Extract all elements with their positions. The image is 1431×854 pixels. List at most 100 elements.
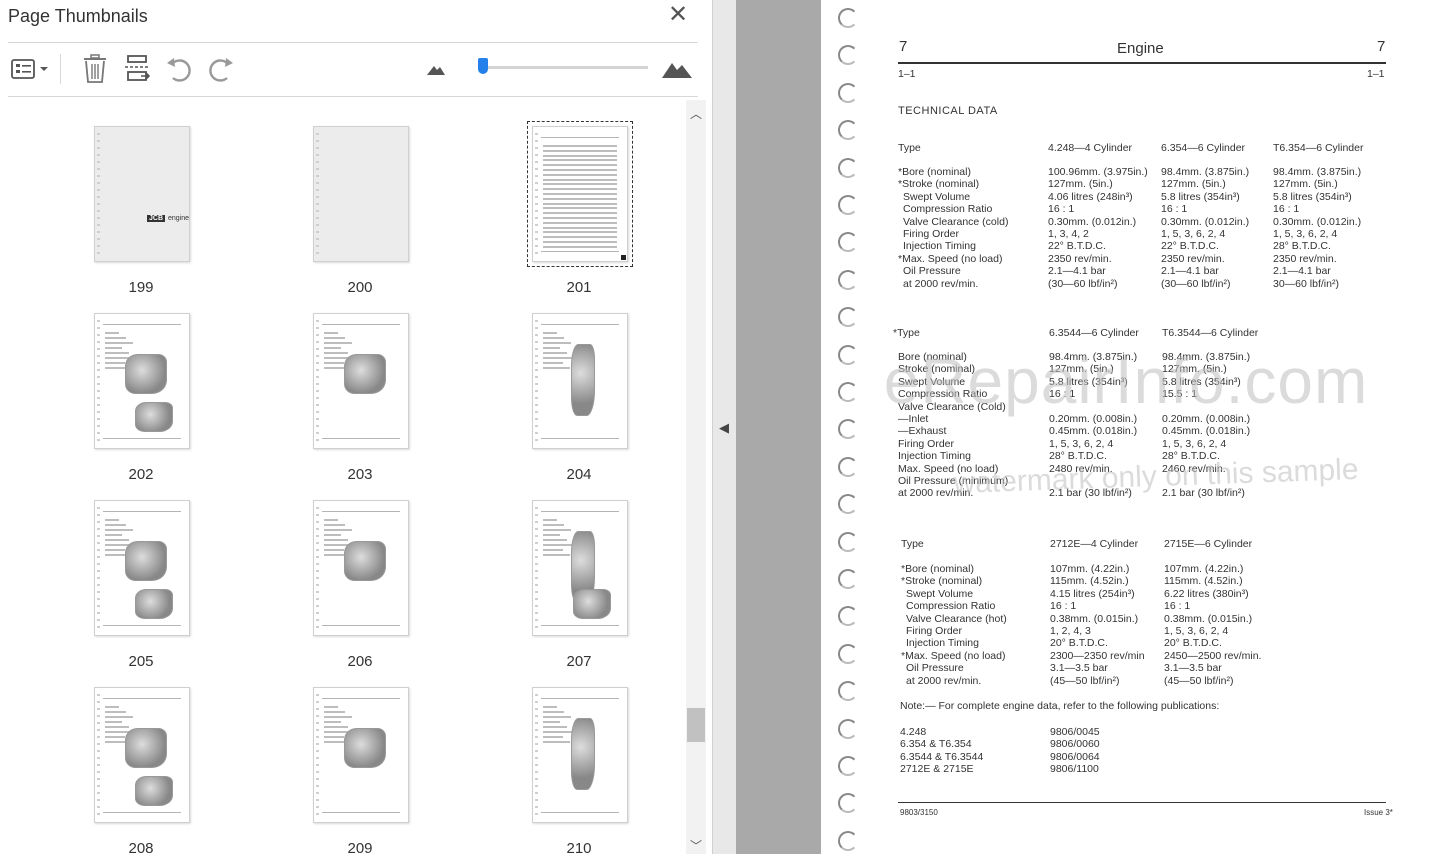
delete-pages-button[interactable] xyxy=(78,52,112,86)
thumbnail-text-line xyxy=(105,519,119,521)
table-cell: 2.1—4.1 bar xyxy=(1161,265,1219,278)
thumbnail-text-line xyxy=(543,342,571,344)
table-row-label: *Max. Speed (no load) xyxy=(901,649,1006,662)
thumbnail-text-line xyxy=(543,202,617,205)
table-row-label: Valve Clearance (cold) xyxy=(903,215,1009,228)
thumbnail-figure xyxy=(344,541,386,581)
page-thumbnail[interactable]: 202 xyxy=(48,313,248,493)
thumbnail-text-line xyxy=(324,711,345,713)
thumbnail-text-line xyxy=(543,212,617,215)
note-text: Note:— For complete engine data, refer t… xyxy=(900,700,1220,712)
page-thumbnail[interactable]: 200 xyxy=(267,126,467,306)
thumbnail-text-line xyxy=(543,706,557,708)
page-thumbnail[interactable]: 204 xyxy=(486,313,684,493)
binder-ring xyxy=(838,756,858,776)
table-cell: 0.45mm. (0.018in.) xyxy=(1162,425,1251,438)
thumbnail-figure xyxy=(571,344,595,416)
thumbnail-footer-line xyxy=(103,438,181,439)
table-row-label: Firing Order xyxy=(898,437,955,450)
publication-engine: 6.354 & T6.354 xyxy=(900,738,972,751)
table-row-label: Firing Order xyxy=(903,228,960,240)
page-thumbnail[interactable]: 206 xyxy=(267,500,467,680)
table-cell: 98.4mm. (3.875in.) xyxy=(1161,166,1250,178)
page-thumbnail[interactable]: 205 xyxy=(48,500,248,680)
thumbnail-text-line xyxy=(543,539,567,541)
table-cell: (30—60 lbf/in²) xyxy=(1161,277,1231,290)
binder-ring xyxy=(838,8,858,28)
thumbnail-header-line xyxy=(322,698,400,699)
table-column-header: T6.354—6 Cylinder xyxy=(1273,142,1364,154)
thumbnail-text-line xyxy=(543,741,570,743)
page-thumbnail[interactable]: 210 xyxy=(486,687,684,854)
table-column-header: 4.248—4 Cylinder xyxy=(1048,142,1133,154)
page-thumbnail[interactable]: 207 xyxy=(486,500,684,680)
table-cell: 2350 rev/min. xyxy=(1273,252,1337,265)
extract-pages-button[interactable] xyxy=(120,52,154,86)
thumbnail-header-line xyxy=(541,698,619,699)
table-column-header: 6.3544—6 Cylinder xyxy=(1049,327,1139,339)
thumbnail-page-number: 206 xyxy=(347,653,373,670)
thumbnail-binder-holes xyxy=(316,133,319,258)
thumbnail-figure xyxy=(135,402,173,432)
table-cell: 16 : 1 xyxy=(1273,203,1300,216)
rotate-clockwise-icon xyxy=(209,58,233,82)
vertical-scrollbar[interactable]: ︿ ﹀ xyxy=(686,100,706,854)
table-cell: 98.4mm. (3.875in.) xyxy=(1273,166,1362,178)
table-row-label: Valve Clearance (hot) xyxy=(906,612,1007,625)
thumbnail-text-line xyxy=(543,352,567,354)
binder-ring xyxy=(838,195,858,215)
table-cell: 30—60 lbf/in²) xyxy=(1273,277,1339,290)
collapse-panel-icon[interactable]: ◀ xyxy=(719,420,729,436)
page-thumbnail[interactable]: 201 xyxy=(486,121,684,306)
document-page: 7 Engine 7 1–1 1–1 TECHNICAL DATA Type 4.… xyxy=(821,0,1431,854)
table-row-label: *Stroke (nominal) xyxy=(901,575,983,588)
table-row-label: Injection Timing xyxy=(903,240,976,253)
publication-engine: 2712E & 2715E xyxy=(900,763,974,776)
page-ref-left: 1–1 xyxy=(898,68,916,80)
binder-ring xyxy=(838,643,858,664)
binder-ring xyxy=(838,45,858,66)
scrollbar-thumb[interactable] xyxy=(687,708,705,742)
table-cell: 4.06 litres (248in³) xyxy=(1048,190,1133,203)
cover-logo: JCB engine xyxy=(147,215,189,222)
thumbnail-header-line xyxy=(103,324,181,325)
scroll-up-icon[interactable]: ︿ xyxy=(690,108,702,120)
thumbnail-options-button[interactable] xyxy=(8,52,52,86)
table-column-header: *Type xyxy=(893,327,920,339)
page-thumbnail[interactable]: JCB engine 199 xyxy=(48,126,248,306)
panel-splitter[interactable]: ◀ xyxy=(712,0,737,854)
thumbnail-text-line xyxy=(543,711,564,713)
thumbnail-figure xyxy=(344,354,386,394)
table-row-label: Firing Order xyxy=(906,625,963,637)
zoom-out-button[interactable] xyxy=(422,52,450,86)
publication-number: 9806/0045 xyxy=(1050,726,1100,738)
thumbnail-figure xyxy=(125,354,167,394)
table-cell: 1, 5, 3, 6, 2, 4 xyxy=(1273,228,1338,240)
rotate-counterclockwise-button[interactable] xyxy=(162,52,196,86)
close-icon[interactable]: ✕ xyxy=(666,3,690,28)
page-thumbnails-panel: Page Thumbnails ✕ JCB engine 199 200 201… xyxy=(0,0,712,854)
thumbnail-text-line xyxy=(324,362,344,364)
thumbnail-footer-line xyxy=(103,812,181,813)
thumbnail-page-number: 203 xyxy=(347,466,373,483)
thumbnail-text-line xyxy=(324,721,341,723)
thumbnail-text-line xyxy=(543,221,617,224)
page-thumbnail[interactable]: 208 xyxy=(48,687,248,854)
thumbnail-zoom-slider[interactable] xyxy=(478,58,648,74)
thumbnail-text-line xyxy=(543,159,617,162)
page-thumbnail[interactable]: 203 xyxy=(267,313,467,493)
large-mountain-icon xyxy=(662,63,692,78)
binder-ring xyxy=(838,494,858,515)
slider-handle[interactable] xyxy=(478,58,489,74)
section-number: 7 xyxy=(899,38,908,55)
table-row-label: Injection Timing xyxy=(906,637,979,650)
thumbnail-footer-line xyxy=(103,625,181,626)
table-cell: 0.30mm. (0.012in.) xyxy=(1048,215,1137,228)
table-cell: 1, 5, 3, 6, 2, 4 xyxy=(1162,437,1227,450)
rotate-clockwise-button[interactable] xyxy=(204,52,238,86)
thumbnail-page-number: 209 xyxy=(347,840,373,854)
scroll-down-icon[interactable]: ﹀ xyxy=(690,840,702,852)
thumbnail-binder-holes xyxy=(535,320,538,445)
page-thumbnail[interactable]: 209 xyxy=(267,687,467,854)
zoom-in-button[interactable] xyxy=(660,52,694,86)
